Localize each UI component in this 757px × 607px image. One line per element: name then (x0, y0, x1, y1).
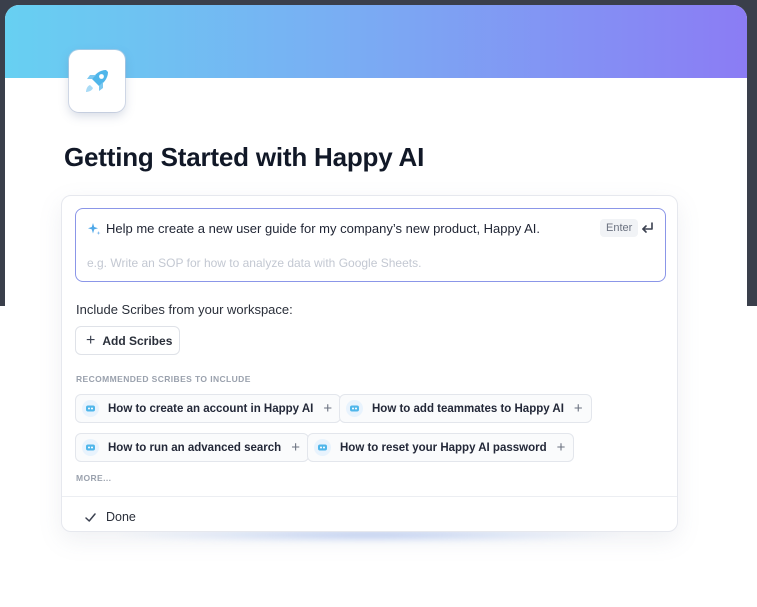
chip-label: How to reset your Happy AI password (340, 441, 547, 454)
scribe-logo-icon (82, 439, 99, 456)
more-link[interactable]: MORE... (76, 473, 111, 483)
done-label: Done (106, 510, 136, 524)
check-icon (85, 512, 96, 522)
recommended-scribe-chip[interactable]: How to create an account in Happy AI + (75, 394, 342, 423)
add-scribes-button[interactable]: + Add Scribes (75, 326, 180, 355)
plus-icon: + (86, 331, 96, 349)
scribe-logo-icon (346, 400, 363, 417)
prompt-input[interactable]: Help me create a new user guide for my c… (75, 208, 666, 282)
chip-label: How to run an advanced search (108, 441, 282, 454)
sparkle-icon (88, 223, 101, 235)
prompt-value: Help me create a new user guide for my c… (106, 221, 541, 236)
page-title: Getting Started with Happy AI (64, 142, 425, 172)
scribe-logo-icon (314, 439, 331, 456)
recommended-scribe-chip[interactable]: How to reset your Happy AI password + (307, 433, 575, 462)
chip-label: How to create an account in Happy AI (108, 402, 314, 415)
prompt-panel: Help me create a new user guide for my c… (61, 195, 678, 532)
divider (62, 496, 677, 497)
plus-icon[interactable]: + (291, 440, 300, 455)
include-scribes-label: Include Scribes from your workspace: (76, 302, 293, 317)
app-logo (69, 50, 125, 112)
return-icon[interactable] (639, 220, 655, 236)
recommended-scribe-chip[interactable]: How to run an advanced search + (75, 433, 309, 462)
recommended-scribes-label: RECOMMENDED SCRIBES TO INCLUDE (76, 374, 251, 384)
scribe-logo-icon (82, 400, 99, 417)
rocket-icon (86, 70, 108, 92)
plus-icon[interactable]: + (574, 401, 583, 416)
add-scribes-label: Add Scribes (102, 333, 173, 348)
plus-icon[interactable]: + (557, 440, 566, 455)
chip-label: How to add teammates to Happy AI (372, 402, 564, 415)
recommended-scribe-chip[interactable]: How to add teammates to Happy AI + (339, 394, 592, 423)
prompt-placeholder: e.g. Write an SOP for how to analyze dat… (87, 256, 422, 270)
plus-icon[interactable]: + (323, 401, 332, 416)
done-button[interactable]: Done (84, 510, 136, 524)
enter-badge[interactable]: Enter (600, 219, 639, 237)
